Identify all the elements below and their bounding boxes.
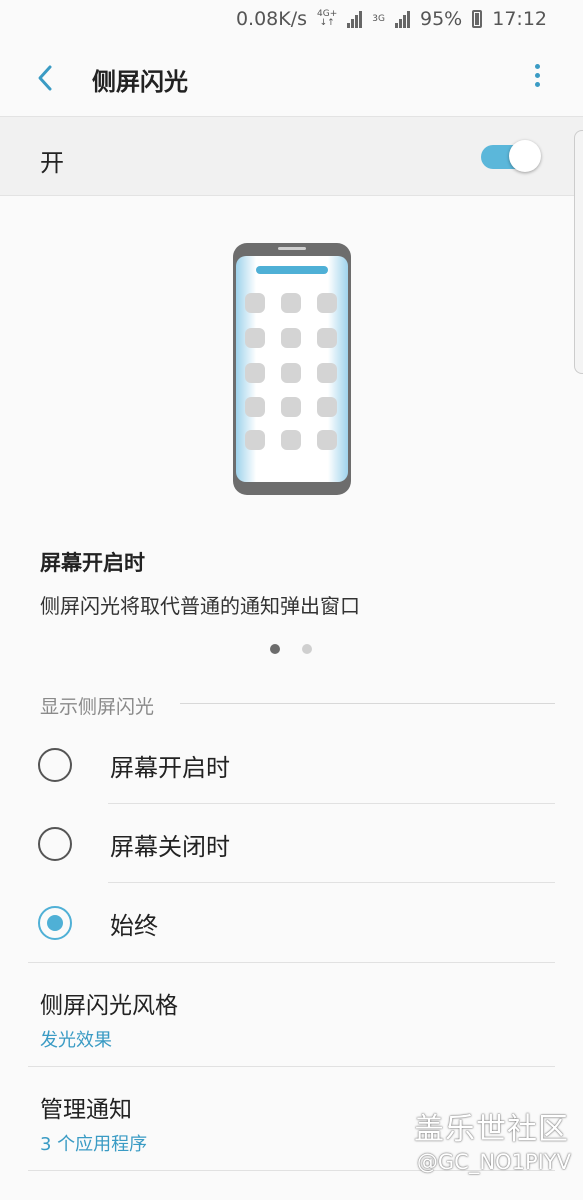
back-button[interactable] — [28, 58, 64, 98]
battery-percent: 95% — [420, 8, 463, 30]
master-switch-row[interactable]: 开 — [0, 116, 583, 196]
chevron-left-icon — [38, 65, 52, 91]
illustration-description: 侧屏闪光将取代普通的通知弹出窗口 — [40, 594, 360, 618]
watermark-user: @GC_NO1PIYV — [416, 1150, 571, 1174]
data-arrows-icon: 4G+ ↓↑ — [317, 9, 338, 28]
radio-button[interactable] — [38, 748, 72, 782]
item-title: 管理通知 — [40, 1097, 132, 1123]
more-options-button[interactable] — [529, 62, 545, 94]
network-speed: 0.08K/s — [235, 8, 308, 30]
divider — [28, 962, 555, 963]
page-dot-2[interactable] — [302, 644, 312, 654]
network-3g-label: 3G — [372, 13, 385, 24]
divider — [108, 882, 555, 883]
radio-button[interactable] — [38, 827, 72, 861]
radio-option-screen-on[interactable]: 屏幕开启时 — [0, 726, 583, 805]
radio-label: 屏幕关闭时 — [110, 833, 230, 861]
page-dot-1[interactable] — [270, 644, 280, 654]
radio-option-always[interactable]: 始终 — [0, 884, 583, 963]
battery-icon — [472, 10, 483, 28]
signal-4g-icon — [347, 10, 363, 28]
master-switch-label: 开 — [40, 149, 64, 177]
section-divider — [180, 703, 555, 704]
app-bar: 侧屏闪光 — [0, 42, 583, 114]
radio-label: 屏幕开启时 — [110, 754, 230, 782]
item-title: 侧屏闪光风格 — [40, 993, 178, 1019]
edge-panel-handle[interactable] — [574, 130, 583, 374]
watermark-site: 盖乐世社区 — [414, 1112, 569, 1147]
section-header: 显示侧屏闪光 — [40, 696, 155, 718]
page-indicator — [270, 644, 312, 654]
status-icons: 0.08K/s 4G+ ↓↑ 3G 95% 17:12 — [236, 8, 547, 30]
radio-label: 始终 — [110, 912, 158, 940]
signal-3g-icon — [395, 10, 410, 28]
edge-lighting-illustration — [232, 242, 352, 496]
illustration-title: 屏幕开启时 — [40, 551, 145, 575]
divider — [108, 803, 555, 804]
clock: 17:12 — [492, 8, 547, 30]
page-title: 侧屏闪光 — [92, 68, 188, 96]
radio-button-checked[interactable] — [38, 906, 72, 940]
toggle-thumb — [509, 140, 541, 172]
item-value: 发光效果 — [40, 1030, 112, 1051]
phone-icon — [233, 243, 351, 495]
master-toggle[interactable] — [481, 140, 541, 172]
radio-option-screen-off[interactable]: 屏幕关闭时 — [0, 805, 583, 884]
edge-lighting-style-item[interactable]: 侧屏闪光风格 发光效果 — [0, 970, 583, 1070]
item-value: 3 个应用程序 — [40, 1134, 148, 1155]
divider — [28, 1066, 555, 1067]
status-bar: 0.08K/s 4G+ ↓↑ 3G 95% 17:12 — [0, 0, 583, 42]
more-vert-icon — [534, 64, 540, 69]
